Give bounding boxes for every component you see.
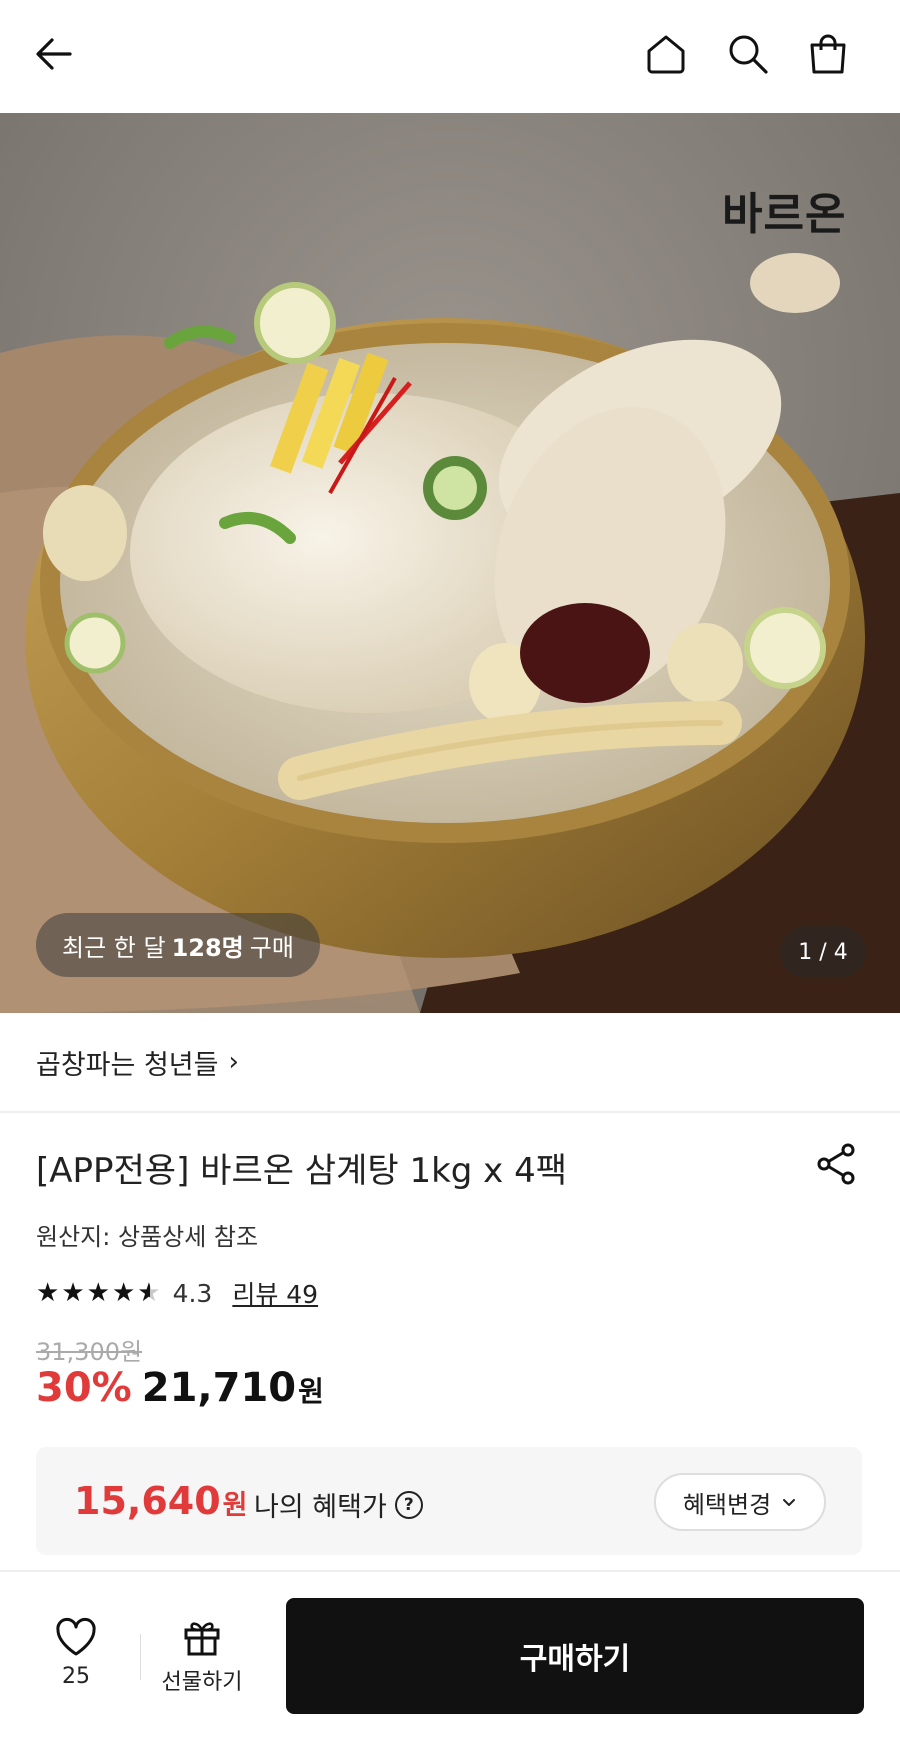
- back-arrow-icon[interactable]: [28, 28, 80, 80]
- sale-price-unit: 원: [298, 1375, 324, 1408]
- help-icon[interactable]: ?: [394, 1490, 423, 1519]
- store-name: 곱창파는 청년들: [36, 1049, 219, 1081]
- benefit-price: 15,640 원: [74, 1479, 247, 1523]
- half-star-icon: ★: [137, 1278, 161, 1308]
- change-benefit-button[interactable]: 혜택변경: [654, 1473, 826, 1531]
- buy-button[interactable]: 구매하기: [286, 1598, 864, 1714]
- my-benefit-price-box: 15,640 원 나의 혜택가 ? 혜택변경: [36, 1447, 862, 1555]
- benefit-price-unit: 원: [222, 1490, 248, 1521]
- review-link[interactable]: 리뷰 49: [232, 1275, 318, 1311]
- search-icon[interactable]: [722, 28, 774, 80]
- star-icon: ★: [61, 1278, 85, 1308]
- sale-price: 21,710: [141, 1365, 297, 1411]
- product-image-carousel[interactable]: 바르온 최근 한 달 128명 구매 1 / 4: [0, 113, 900, 1013]
- like-button[interactable]: 25: [40, 1616, 112, 1689]
- home-icon[interactable]: [640, 28, 692, 80]
- product-origin: 원산지: 상품상세 참조: [36, 1223, 259, 1251]
- rating-stars: ★ ★ ★ ★ ★: [36, 1280, 161, 1306]
- product-title: [APP전용] 바르온 삼계탕 1kg x 4팩: [36, 1151, 568, 1191]
- rating-row: ★ ★ ★ ★ ★ 4.3 리뷰 49: [36, 1275, 318, 1311]
- purchase-badge-count: 128명: [171, 933, 244, 962]
- bottom-action-bar: 25 선물하기 구매하기: [0, 1570, 900, 1741]
- chevron-right-icon: ›: [228, 1047, 239, 1077]
- divider: [140, 1634, 141, 1680]
- heart-icon: [56, 1617, 96, 1656]
- rating-value: 4.3: [172, 1278, 213, 1308]
- shopping-bag-icon[interactable]: [802, 28, 854, 80]
- gift-button[interactable]: 선물하기: [150, 1616, 254, 1696]
- benefit-price-value: 15,640: [74, 1479, 221, 1523]
- like-count: 25: [62, 1664, 90, 1689]
- brand-logo: 바르온: [722, 189, 847, 240]
- gift-label: 선물하기: [161, 1670, 243, 1695]
- discount-rate: 30%: [36, 1365, 132, 1411]
- star-icon: ★: [86, 1278, 110, 1308]
- image-counter: 1 / 4: [780, 926, 866, 978]
- share-icon[interactable]: [812, 1140, 860, 1188]
- price-row: 30% 21,710 원: [36, 1365, 324, 1411]
- benefit-label-text: 나의 혜택가: [254, 1492, 387, 1523]
- gift-icon: [184, 1622, 220, 1656]
- product-photo: [0, 113, 900, 1013]
- chevron-down-icon: [783, 1499, 796, 1506]
- star-icon: ★: [36, 1278, 60, 1308]
- star-icon: ★: [111, 1278, 136, 1308]
- recent-purchase-badge: 최근 한 달 128명 구매: [36, 913, 320, 977]
- benefit-label: 나의 혜택가 ?: [254, 1485, 423, 1524]
- store-link[interactable]: 곱창파는 청년들 ›: [0, 1013, 900, 1113]
- top-navigation-bar: [0, 0, 900, 113]
- change-benefit-label: 혜택변경: [682, 1490, 772, 1519]
- purchase-badge-prefix: 최근 한 달: [62, 933, 166, 962]
- purchase-badge-suffix: 구매: [249, 933, 294, 962]
- original-price: 31,300원: [36, 1338, 143, 1366]
